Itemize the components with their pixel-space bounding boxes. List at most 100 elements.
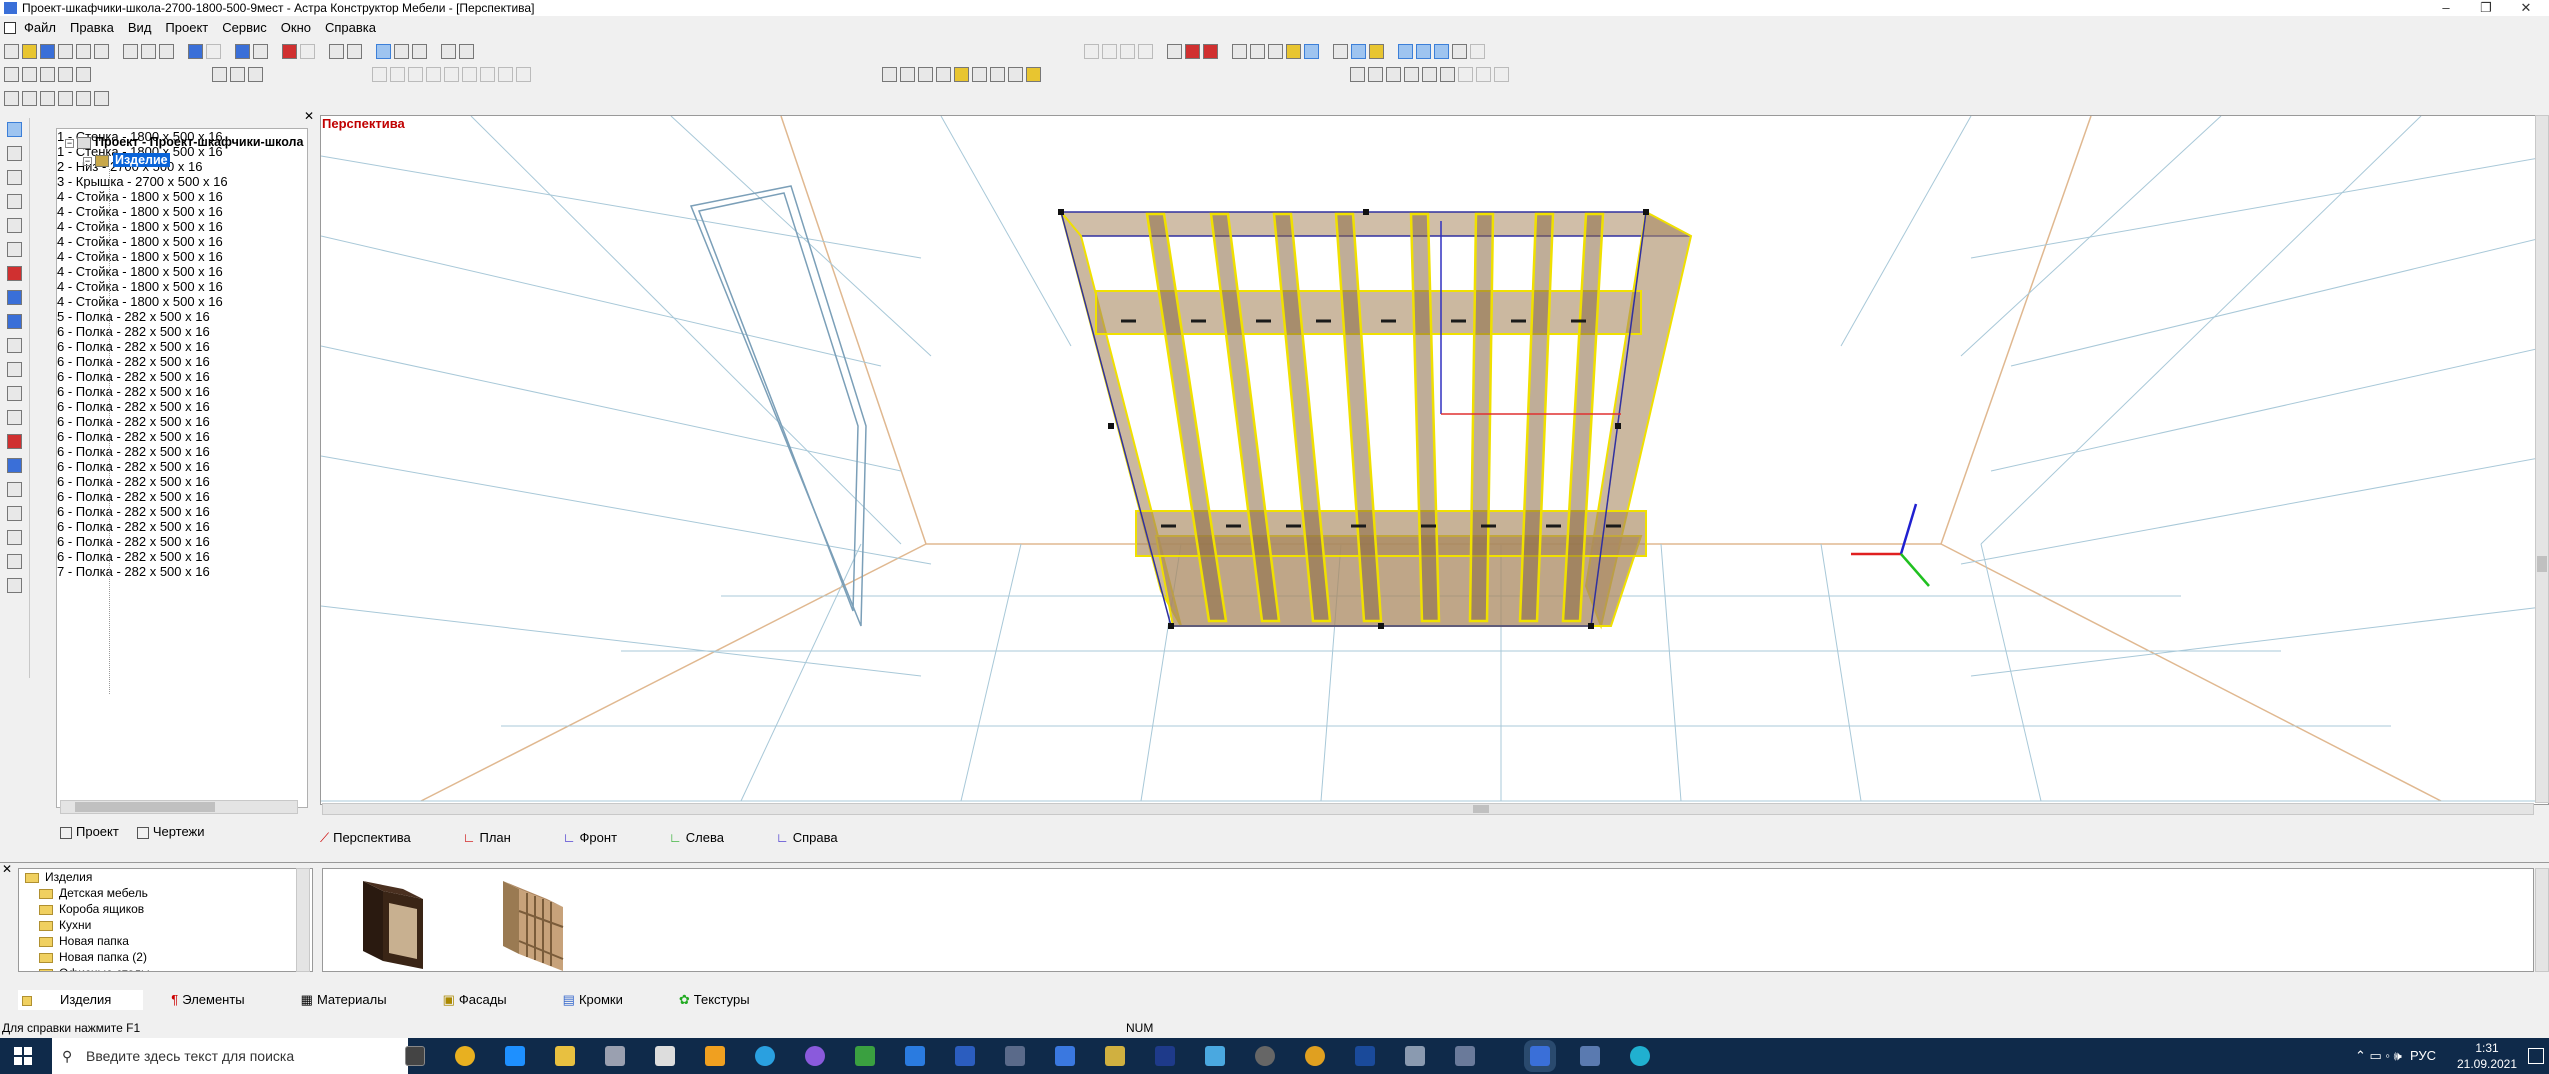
op-3-icon[interactable] bbox=[918, 66, 933, 82]
app-14-icon[interactable] bbox=[1055, 1046, 1075, 1066]
panel-close-icon[interactable]: ✕ bbox=[304, 109, 314, 123]
library-close-icon[interactable]: ✕ bbox=[2, 862, 12, 876]
tab-elements[interactable]: ¶ Элементы bbox=[171, 990, 272, 1010]
clock[interactable]: 1:31 21.09.2021 bbox=[2452, 1040, 2522, 1072]
tab-products[interactable]: Изделия bbox=[18, 990, 144, 1010]
menu-item[interactable]: Окно bbox=[281, 18, 311, 38]
extra-3-icon[interactable] bbox=[40, 90, 55, 106]
tree-item[interactable]: 4 - Стойка - 1800 x 500 x 16 bbox=[57, 249, 307, 264]
walls-icon[interactable] bbox=[1470, 43, 1485, 59]
cabinet-model[interactable] bbox=[1058, 209, 1693, 630]
app-7-icon[interactable] bbox=[705, 1046, 725, 1066]
library-folder[interactable]: Детская мебель bbox=[39, 885, 148, 901]
op-8-icon[interactable] bbox=[1008, 66, 1023, 82]
pointer-icon[interactable] bbox=[7, 122, 22, 137]
light-icon[interactable] bbox=[1351, 43, 1366, 59]
draw-5-icon[interactable] bbox=[7, 242, 22, 257]
tree-item[interactable]: 6 - Полка - 282 x 500 x 16 bbox=[57, 534, 307, 549]
tree-item[interactable]: 6 - Полка - 282 x 500 x 16 bbox=[57, 324, 307, 339]
zoom-all-icon[interactable] bbox=[1138, 43, 1153, 59]
material-icon[interactable] bbox=[253, 43, 268, 59]
rotate-y-icon[interactable] bbox=[7, 410, 22, 425]
axes-icon[interactable] bbox=[1416, 43, 1431, 59]
tree-item[interactable]: 6 - Полка - 282 x 500 x 16 bbox=[57, 399, 307, 414]
menu-item[interactable]: Сервис bbox=[222, 18, 267, 38]
tab-front[interactable]: ∟ Фронт bbox=[563, 828, 643, 848]
layout-2-icon[interactable] bbox=[1368, 66, 1383, 82]
draw-3-icon[interactable] bbox=[7, 194, 22, 209]
app-25-icon[interactable] bbox=[1630, 1046, 1650, 1066]
app-22-icon[interactable] bbox=[1455, 1046, 1475, 1066]
preview-icon[interactable] bbox=[94, 43, 109, 59]
paste-icon[interactable] bbox=[159, 43, 174, 59]
scale-icon[interactable] bbox=[7, 362, 22, 377]
align-6-icon[interactable] bbox=[462, 66, 477, 82]
fastener-icon[interactable] bbox=[300, 43, 315, 59]
extra-1-icon[interactable] bbox=[4, 90, 19, 106]
select-edge-icon[interactable] bbox=[248, 66, 263, 82]
layout-1-icon[interactable] bbox=[1350, 66, 1365, 82]
line-icon[interactable] bbox=[347, 43, 362, 59]
tree-item[interactable]: 4 - Стойка - 1800 x 500 x 16 bbox=[57, 279, 307, 294]
tree-item[interactable]: 4 - Стойка - 1800 x 500 x 16 bbox=[57, 204, 307, 219]
tree-item[interactable]: 6 - Полка - 282 x 500 x 16 bbox=[57, 489, 307, 504]
model-view-icon[interactable] bbox=[376, 43, 391, 59]
app-13-icon[interactable] bbox=[1005, 1046, 1025, 1066]
tree-item[interactable]: 6 - Полка - 282 x 500 x 16 bbox=[57, 444, 307, 459]
explorer-icon[interactable] bbox=[555, 1046, 575, 1066]
tree-item[interactable]: 6 - Полка - 282 x 500 x 16 bbox=[57, 504, 307, 519]
extra-4-icon[interactable] bbox=[58, 90, 73, 106]
menu-item[interactable]: Файл bbox=[24, 18, 56, 38]
report-icon[interactable] bbox=[441, 43, 456, 59]
tab-edges[interactable]: ▤ Кромки bbox=[563, 990, 651, 1010]
frame-icon[interactable] bbox=[329, 43, 344, 59]
library-folder[interactable]: Новая папка bbox=[39, 933, 129, 949]
layout-9-icon[interactable] bbox=[1494, 66, 1509, 82]
tab-left[interactable]: ∟ Слева bbox=[669, 828, 750, 848]
select-part-icon[interactable] bbox=[230, 66, 245, 82]
tray-icons[interactable]: ⌃ ▭ ◦ 🕪 bbox=[2355, 1048, 2402, 1064]
library-folder[interactable]: Короба ящиков bbox=[39, 901, 144, 917]
tree-item[interactable]: 3 - Крышка - 2700 x 500 x 16 bbox=[57, 174, 307, 189]
taskbar-search[interactable]: ⚲ Введите здесь текст для поиска bbox=[52, 1038, 408, 1074]
extra-5-icon[interactable] bbox=[76, 90, 91, 106]
move-icon[interactable] bbox=[7, 290, 22, 305]
thumb-cabinet-model[interactable] bbox=[503, 881, 564, 971]
extra-6-icon[interactable] bbox=[94, 90, 109, 106]
dimension-icon[interactable] bbox=[1369, 43, 1384, 59]
minimize-icon[interactable]: – bbox=[2426, 0, 2466, 16]
save-icon[interactable] bbox=[40, 43, 55, 59]
hidden-lines-icon[interactable] bbox=[1250, 43, 1265, 59]
object-2-icon[interactable] bbox=[76, 66, 91, 82]
app-10-icon[interactable] bbox=[855, 1046, 875, 1066]
copy-tool-icon[interactable] bbox=[7, 506, 22, 521]
tree-hscroll[interactable] bbox=[60, 800, 298, 814]
select-group-icon[interactable] bbox=[212, 66, 227, 82]
array-icon[interactable] bbox=[7, 482, 22, 497]
layout-3-icon[interactable] bbox=[1386, 66, 1401, 82]
align-4-icon[interactable] bbox=[426, 66, 441, 82]
room-icon[interactable] bbox=[1452, 43, 1467, 59]
menu-item[interactable]: Правка bbox=[70, 18, 114, 38]
menu-item[interactable]: Справка bbox=[325, 18, 376, 38]
tab-perspective[interactable]: ⟋ Перспектива bbox=[320, 828, 437, 848]
app-18-icon[interactable] bbox=[1255, 1046, 1275, 1066]
tree-product[interactable]: − Изделие bbox=[83, 151, 170, 169]
app-5-icon[interactable] bbox=[605, 1046, 625, 1066]
thumbs-vscroll[interactable] bbox=[2535, 868, 2549, 972]
tree-item[interactable]: 6 - Полка - 282 x 500 x 16 bbox=[57, 384, 307, 399]
library-folder[interactable]: Кухни bbox=[39, 917, 91, 933]
align-7-icon[interactable] bbox=[480, 66, 495, 82]
tree-item[interactable]: 6 - Полка - 282 x 500 x 16 bbox=[57, 414, 307, 429]
app-6-icon[interactable] bbox=[655, 1046, 675, 1066]
app-11-icon[interactable] bbox=[905, 1046, 925, 1066]
layout-4-icon[interactable] bbox=[1404, 66, 1419, 82]
op-1-icon[interactable] bbox=[882, 66, 897, 82]
print-icon[interactable] bbox=[58, 43, 73, 59]
flip-icon[interactable] bbox=[7, 458, 22, 473]
align-9-icon[interactable] bbox=[516, 66, 531, 82]
ok-icon[interactable] bbox=[7, 554, 22, 569]
viber-icon[interactable] bbox=[805, 1046, 825, 1066]
tree-item[interactable]: 6 - Полка - 282 x 500 x 16 bbox=[57, 369, 307, 384]
app-16-icon[interactable] bbox=[1155, 1046, 1175, 1066]
